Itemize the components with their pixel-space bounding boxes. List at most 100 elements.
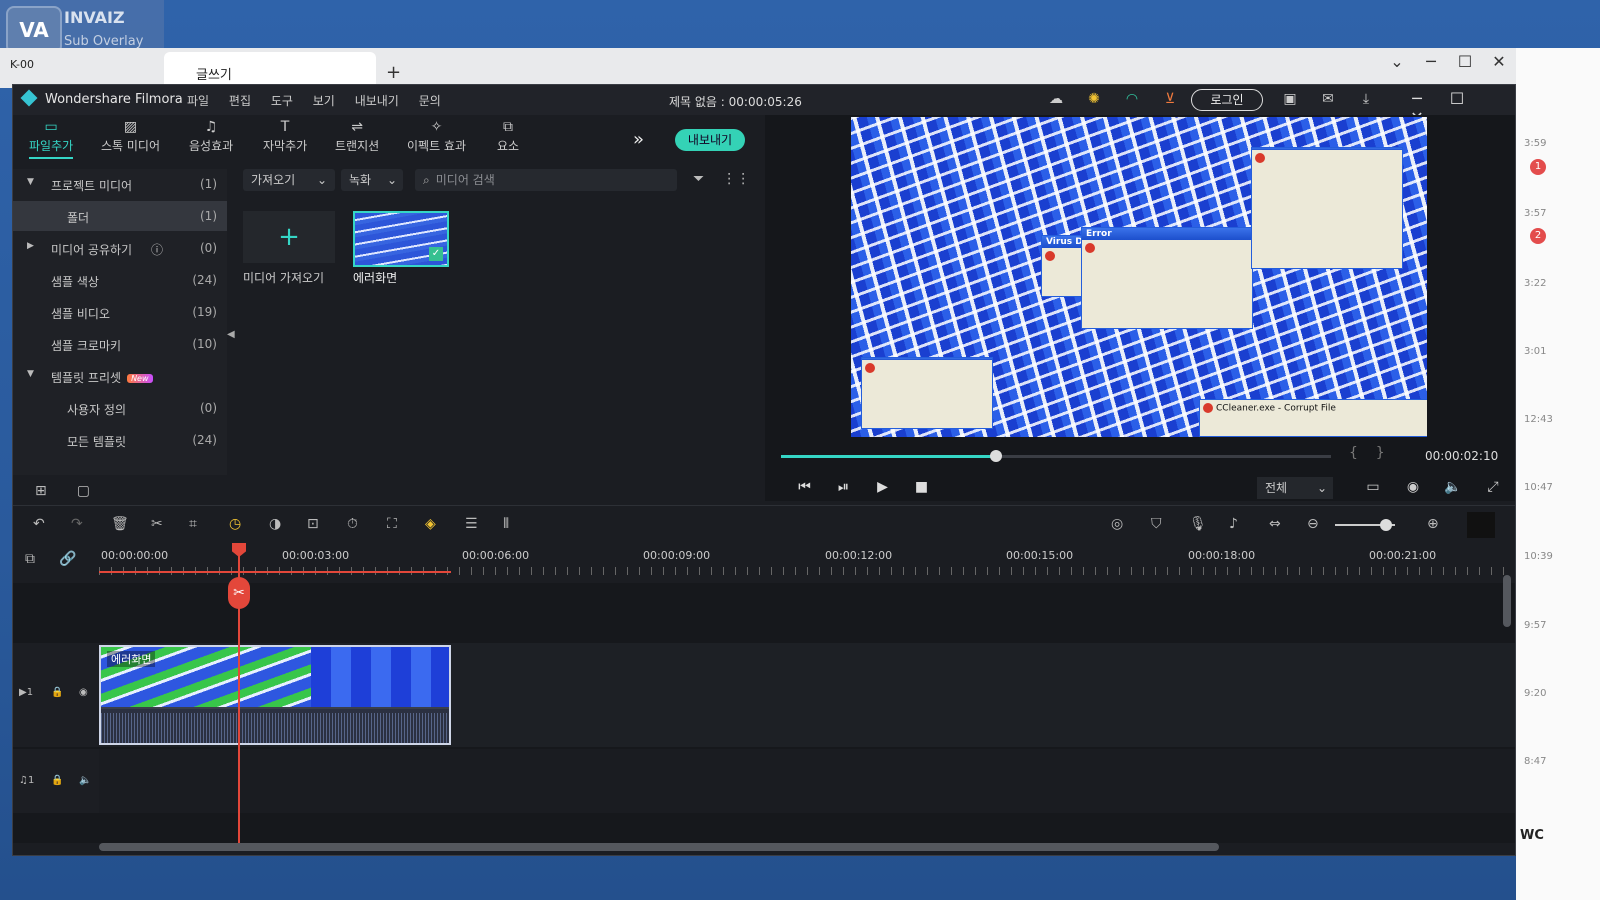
- zoom-handle[interactable]: [1380, 519, 1392, 531]
- display-icon[interactable]: ▭: [1353, 479, 1393, 495]
- close-icon[interactable]: ✕: [1482, 52, 1516, 71]
- timeline-horizontal-scrollbar[interactable]: [99, 843, 1219, 851]
- add-track-icon[interactable]: ⧉: [25, 551, 35, 567]
- zoom-out-icon[interactable]: ⊖: [1307, 516, 1319, 532]
- fit-icon[interactable]: ⇔: [1269, 516, 1281, 532]
- save-icon[interactable]: ▣: [1271, 91, 1309, 107]
- play-icon[interactable]: ▶: [863, 479, 902, 495]
- tree-template-presets[interactable]: ▼ 템플릿 프리셋 New: [13, 361, 227, 391]
- stop-icon[interactable]: ■: [902, 479, 941, 495]
- maximize-icon[interactable]: ☐: [1448, 52, 1482, 71]
- tree-sample-chromakey[interactable]: 샘플 크로마키 (10): [13, 329, 227, 359]
- download-icon[interactable]: ⤓: [1347, 91, 1385, 107]
- tab-import[interactable]: ▭ 파일추가: [29, 119, 74, 159]
- speaker-icon[interactable]: 🔈: [79, 775, 91, 786]
- tab-stock-media[interactable]: ▨ 스톡 미디어: [101, 119, 160, 154]
- tree-shared-media[interactable]: ▶ 미디어 공유하기 ⓘ (0): [13, 233, 227, 263]
- video-preview[interactable]: Virus Detected Error CCleaner.exe - Corr…: [851, 117, 1427, 437]
- color-icon[interactable]: ◑: [269, 516, 281, 532]
- delete-icon[interactable]: 🗑: [111, 516, 129, 532]
- info-icon[interactable]: ⓘ: [151, 241, 163, 258]
- chevron-down-icon[interactable]: ▼: [27, 177, 34, 187]
- timeline-vertical-scrollbar[interactable]: [1503, 575, 1511, 627]
- menu-tools[interactable]: 도구: [271, 94, 293, 108]
- mail-icon[interactable]: ✉: [1309, 91, 1347, 107]
- login-button[interactable]: 로그인: [1191, 89, 1263, 111]
- preview-seekbar[interactable]: [781, 450, 1331, 462]
- tree-sample-videos[interactable]: 샘플 비디오 (19): [13, 297, 227, 327]
- minimize-icon[interactable]: ─: [1414, 52, 1448, 71]
- menu-edit[interactable]: 편집: [229, 94, 251, 108]
- cart-icon[interactable]: ⊻: [1151, 91, 1189, 107]
- next-frame-icon[interactable]: ⏯: [824, 479, 863, 495]
- menu-export[interactable]: 내보내기: [355, 94, 399, 108]
- zoom-slider[interactable]: [1335, 519, 1395, 531]
- tree-project-media[interactable]: ▼ 프로젝트 미디어 (1): [13, 169, 227, 199]
- more-tabs-icon[interactable]: »: [633, 129, 644, 150]
- minimize-icon[interactable]: ─: [1397, 89, 1437, 108]
- speed-icon[interactable]: ◷: [229, 516, 241, 532]
- tree-all-templates[interactable]: 모든 템플릿 (24): [13, 425, 227, 455]
- maximize-icon[interactable]: ☐: [1437, 89, 1477, 108]
- redo-icon[interactable]: ↷: [71, 516, 83, 532]
- new-folder-icon[interactable]: ⊞: [35, 483, 47, 499]
- tree-custom[interactable]: 사용자 정의 (0): [13, 393, 227, 423]
- render-icon[interactable]: ◎: [1111, 516, 1123, 532]
- new-tab-button[interactable]: +: [386, 62, 401, 83]
- cloud-icon[interactable]: ☁: [1037, 91, 1075, 107]
- tree-folder[interactable]: 폴더 (1): [13, 201, 227, 231]
- snapshot-icon[interactable]: ◉: [1393, 479, 1433, 495]
- tree-sample-colors[interactable]: 샘플 색상 (24): [13, 265, 227, 295]
- audio-track[interactable]: [99, 749, 1515, 813]
- folder-outline-icon[interactable]: ▢: [77, 483, 90, 499]
- tab-titles[interactable]: T 자막추가: [263, 119, 307, 154]
- tab-transitions[interactable]: ⇌ 트랜지션: [335, 119, 379, 154]
- import-media-tile[interactable]: +: [243, 211, 335, 263]
- chevron-down-icon[interactable]: ⌄: [1380, 52, 1414, 71]
- keyframe-icon[interactable]: ◈: [425, 516, 436, 532]
- microphone-icon[interactable]: 🎙: [1189, 516, 1207, 532]
- voiceover-icon[interactable]: ♪: [1229, 516, 1238, 532]
- chevron-right-icon[interactable]: ▶: [27, 241, 34, 251]
- menu-help[interactable]: 문의: [419, 94, 441, 108]
- mark-in-out[interactable]: { }: [1349, 445, 1385, 461]
- fullscreen-icon[interactable]: ⤢: [1473, 479, 1513, 495]
- seekbar-handle[interactable]: [989, 450, 1002, 462]
- browser-tab[interactable]: 글쓰기: [164, 52, 376, 88]
- record-dropdown[interactable]: 녹화 ⌄: [341, 169, 403, 191]
- previous-frame-icon[interactable]: ⏮: [785, 479, 824, 495]
- split-scissors-icon[interactable]: ✂: [228, 577, 250, 609]
- collapse-panel-icon[interactable]: ◀: [227, 329, 235, 340]
- import-dropdown[interactable]: 가져오기 ⌄: [243, 169, 335, 191]
- motion-icon[interactable]: ⛶: [387, 516, 397, 532]
- media-search-input[interactable]: ⌕ 미디어 검색: [415, 169, 677, 191]
- grid-icon[interactable]: ⋮⋮: [722, 171, 750, 187]
- lightbulb-icon[interactable]: ✺: [1075, 91, 1113, 107]
- crop-icon[interactable]: ⌗: [189, 516, 197, 532]
- timeline-view-toggle[interactable]: [1467, 512, 1495, 538]
- media-thumbnail[interactable]: ✓: [353, 211, 449, 267]
- audio-wave-icon[interactable]: ⦀: [503, 516, 509, 532]
- lock-icon[interactable]: 🔒: [51, 687, 63, 698]
- marker-icon[interactable]: ⛉: [1151, 516, 1162, 532]
- link-icon[interactable]: 🔗: [59, 551, 76, 567]
- cut-icon[interactable]: ✂: [151, 516, 163, 532]
- chevron-down-icon[interactable]: ▼: [27, 369, 34, 379]
- timeline-clip[interactable]: 에러화면: [99, 645, 451, 745]
- green-screen-icon[interactable]: ⊡: [307, 516, 319, 532]
- quality-dropdown[interactable]: 전체 ⌄: [1257, 477, 1333, 499]
- lock-icon[interactable]: 🔒: [51, 775, 63, 786]
- headset-icon[interactable]: ◠: [1113, 91, 1151, 107]
- menu-file[interactable]: 파일: [187, 94, 209, 108]
- tab-audio[interactable]: ♫ 음성효과: [189, 119, 233, 154]
- eye-icon[interactable]: ◉: [79, 687, 88, 698]
- filter-icon[interactable]: ⏷: [693, 171, 704, 187]
- undo-icon[interactable]: ↶: [33, 516, 45, 532]
- adjust-icon[interactable]: ☰: [465, 516, 478, 532]
- timer-icon[interactable]: ⏱: [347, 516, 358, 532]
- menu-view[interactable]: 보기: [313, 94, 335, 108]
- export-button[interactable]: 내보내기: [675, 129, 745, 151]
- volume-icon[interactable]: 🔈: [1433, 479, 1473, 495]
- tab-effects[interactable]: ✧ 이펙트 효과: [407, 119, 466, 154]
- tab-elements[interactable]: ⧉ 요소: [497, 119, 519, 154]
